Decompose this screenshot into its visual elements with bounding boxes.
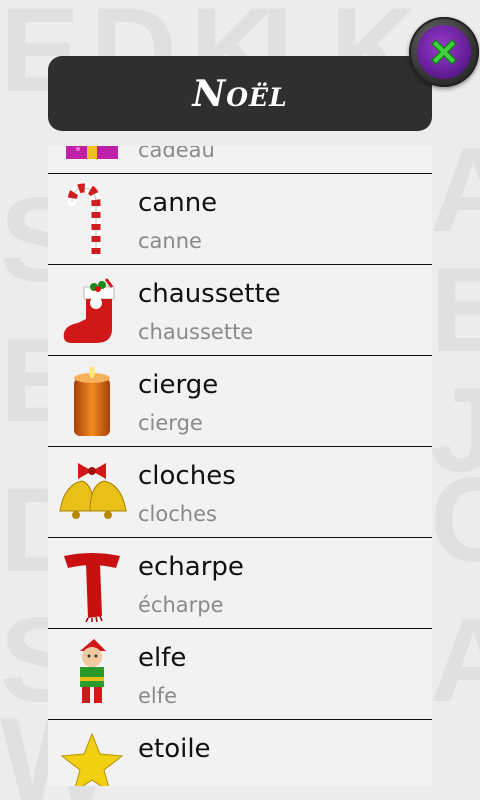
close-x-icon xyxy=(417,25,471,79)
list-item[interactable]: chaussette chaussette xyxy=(48,265,432,356)
candy-cane-icon xyxy=(54,182,130,258)
item-word: cierge xyxy=(138,370,219,400)
elf-icon xyxy=(54,637,130,713)
item-word: elfe xyxy=(138,643,187,673)
list-item[interactable]: etoile xyxy=(48,720,432,786)
item-translation: écharpe xyxy=(138,593,224,617)
item-word: echarpe xyxy=(138,552,244,582)
word-list[interactable]: cadeau cadeau canne canne xyxy=(48,146,432,786)
title-bar: Noël xyxy=(48,56,432,131)
item-translation: cierge xyxy=(138,411,203,435)
page-title: Noël xyxy=(192,72,288,115)
list-item[interactable]: echarpe écharpe xyxy=(48,538,432,629)
scarf-icon xyxy=(54,546,130,622)
item-translation: cadeau xyxy=(138,146,215,162)
candle-icon xyxy=(54,364,130,440)
item-translation: elfe xyxy=(138,684,178,708)
list-item[interactable]: cierge cierge xyxy=(48,356,432,447)
stocking-icon xyxy=(54,273,130,349)
item-word: etoile xyxy=(138,734,211,764)
list-item[interactable]: canne canne xyxy=(48,174,432,265)
bells-icon xyxy=(54,455,130,531)
list-item[interactable]: cadeau cadeau xyxy=(48,146,432,174)
item-word: chaussette xyxy=(138,279,281,309)
item-translation: cloches xyxy=(138,502,217,526)
list-item[interactable]: elfe elfe xyxy=(48,629,432,720)
list-item[interactable]: cloches cloches xyxy=(48,447,432,538)
item-translation: canne xyxy=(138,229,202,253)
close-button[interactable] xyxy=(409,17,479,87)
item-word: canne xyxy=(138,188,218,218)
gift-icon xyxy=(54,146,130,167)
item-word: cloches xyxy=(138,461,236,491)
item-translation: chaussette xyxy=(138,320,254,344)
star-icon xyxy=(54,728,130,786)
